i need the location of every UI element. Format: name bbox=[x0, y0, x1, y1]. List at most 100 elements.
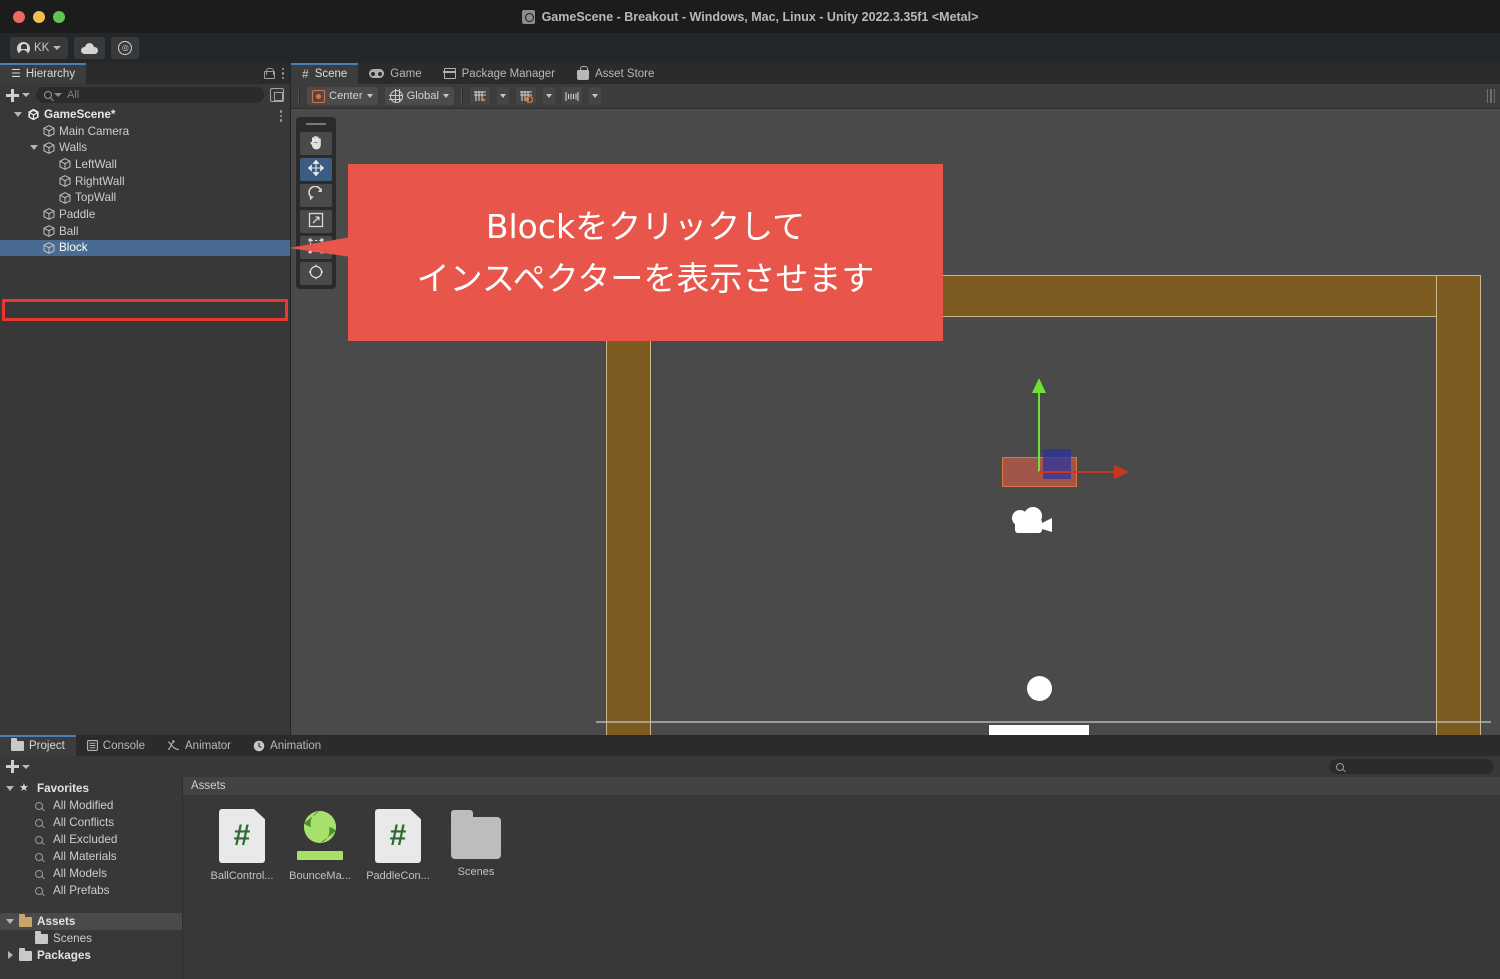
tab-project[interactable]: Project bbox=[0, 735, 76, 756]
tab-game[interactable]: Game bbox=[358, 63, 432, 84]
move-tool-button[interactable] bbox=[300, 158, 332, 181]
tool-palette-grip[interactable] bbox=[306, 123, 326, 125]
kebab-menu-icon[interactable] bbox=[281, 67, 284, 80]
rotate-tool-button[interactable] bbox=[300, 184, 332, 207]
gizmo-x-arrow-icon[interactable] bbox=[1114, 465, 1129, 479]
account-button[interactable]: KK bbox=[10, 37, 69, 59]
hierarchy-item-walls[interactable]: Walls bbox=[0, 139, 290, 156]
hierarchy-item-label: LeftWall bbox=[75, 157, 117, 171]
services-button[interactable]: ◎ bbox=[111, 37, 140, 59]
pivot-mode-dropdown[interactable]: Center bbox=[307, 87, 378, 105]
chevron-down-icon[interactable] bbox=[6, 917, 15, 926]
tab-animation[interactable]: Animation bbox=[242, 735, 332, 756]
chevron-down-icon[interactable] bbox=[6, 951, 15, 960]
asset-item[interactable]: Scenes bbox=[437, 809, 515, 882]
project-tree-item-all-modified[interactable]: All Modified bbox=[0, 797, 182, 814]
add-gameobject-button[interactable] bbox=[6, 88, 30, 102]
transform-tool-button[interactable] bbox=[300, 262, 332, 285]
gamepad-icon bbox=[369, 69, 385, 78]
popout-icon[interactable] bbox=[270, 88, 284, 102]
gizmo-y-arrow-icon[interactable] bbox=[1032, 378, 1046, 393]
project-tree-item-label: All Models bbox=[53, 867, 107, 880]
project-tree-item-all-conflicts[interactable]: All Conflicts bbox=[0, 814, 182, 831]
resize-handle-icon[interactable] bbox=[1486, 89, 1495, 103]
pivot-center-icon bbox=[312, 89, 325, 103]
hierarchy-item-paddle[interactable]: Paddle bbox=[0, 206, 290, 223]
tab-scene[interactable]: # Scene bbox=[291, 63, 359, 84]
scale-icon bbox=[308, 212, 324, 231]
package-icon bbox=[443, 68, 456, 79]
align-dropdown[interactable] bbox=[588, 87, 601, 105]
hierarchy-item-leftwall[interactable]: LeftWall bbox=[0, 156, 290, 173]
tab-hierarchy[interactable]: ☰ Hierarchy bbox=[0, 63, 87, 84]
gizmo-x-axis[interactable] bbox=[1039, 471, 1116, 474]
asset-item[interactable]: # BallControl... bbox=[203, 809, 281, 882]
right-wall-object[interactable] bbox=[1436, 275, 1481, 735]
hierarchy-search-input[interactable]: All bbox=[36, 87, 264, 103]
left-wall-object[interactable] bbox=[606, 275, 651, 735]
camera-gizmo-icon[interactable] bbox=[1009, 505, 1055, 540]
cloud-button[interactable] bbox=[74, 37, 106, 59]
title-bar: GameScene - Breakout - Windows, Mac, Lin… bbox=[0, 0, 1500, 33]
handle-space-dropdown[interactable]: Global bbox=[384, 87, 454, 105]
chevron-down-icon bbox=[545, 94, 552, 98]
hierarchy-item-label: Ball bbox=[59, 224, 79, 238]
gizmo-y-axis[interactable] bbox=[1038, 392, 1041, 472]
project-tree-item-label: All Materials bbox=[53, 850, 117, 863]
project-tree-item-scenes[interactable]: Scenes bbox=[0, 930, 182, 947]
project-tree-item-assets[interactable]: Assets bbox=[0, 913, 182, 930]
snap-increment-dropdown[interactable] bbox=[542, 87, 555, 105]
tab-asset-store[interactable]: Asset Store bbox=[566, 63, 665, 84]
chevron-down-icon[interactable] bbox=[30, 143, 39, 152]
project-tree-item-favorites[interactable]: ★ Favorites bbox=[0, 780, 182, 797]
hand-tool-button[interactable] bbox=[300, 132, 332, 155]
hierarchy-item-label: Walls bbox=[59, 141, 88, 155]
project-tree-item-all-excluded[interactable]: All Excluded bbox=[0, 831, 182, 848]
hierarchy-item-topwall[interactable]: TopWall bbox=[0, 189, 290, 206]
csharp-script-icon: # bbox=[375, 809, 421, 863]
project-tree-item-all-materials[interactable]: All Materials bbox=[0, 848, 182, 865]
kebab-menu-icon[interactable] bbox=[279, 110, 282, 122]
project-search-input[interactable] bbox=[1329, 759, 1494, 774]
tab-label: Project bbox=[29, 739, 65, 752]
minimize-button[interactable] bbox=[33, 11, 45, 23]
hierarchy-tree: GameScene* Main Camera Walls LeftWall RightW… bbox=[0, 106, 290, 257]
create-asset-button[interactable] bbox=[6, 760, 30, 773]
asset-item[interactable]: BounceMa... bbox=[281, 809, 359, 882]
grid-snap-button[interactable] bbox=[469, 87, 490, 105]
hierarchy-item-rightwall[interactable]: RightWall bbox=[0, 173, 290, 190]
project-tree-item-packages[interactable]: Packages bbox=[0, 947, 182, 964]
grid-snap-dropdown[interactable] bbox=[496, 87, 509, 105]
scale-tool-button[interactable] bbox=[300, 210, 332, 233]
hierarchy-item-label: TopWall bbox=[75, 191, 117, 205]
hierarchy-item-ball[interactable]: Ball bbox=[0, 223, 290, 240]
snap-increment-button[interactable] bbox=[515, 87, 536, 105]
paddle-object[interactable] bbox=[989, 725, 1089, 735]
ball-object[interactable] bbox=[1027, 676, 1052, 701]
hierarchy-item-block[interactable]: Block bbox=[0, 239, 290, 257]
person-icon bbox=[17, 41, 30, 55]
tab-package-manager[interactable]: Package Manager bbox=[433, 63, 566, 84]
maximize-button[interactable] bbox=[53, 11, 65, 23]
handle-space-label: Global bbox=[406, 90, 439, 102]
project-tree-item-all-models[interactable]: All Models bbox=[0, 865, 182, 882]
hierarchy-item-gamescene[interactable]: GameScene* bbox=[0, 106, 290, 123]
tab-animator[interactable]: Animator bbox=[156, 735, 242, 756]
hierarchy-item-label: Block bbox=[59, 241, 88, 255]
search-icon bbox=[44, 91, 52, 99]
close-button[interactable] bbox=[13, 11, 25, 23]
align-button[interactable] bbox=[561, 87, 582, 105]
asset-item[interactable]: # PaddleCon... bbox=[359, 809, 437, 882]
chevron-down-icon[interactable] bbox=[6, 784, 15, 793]
chevron-down-icon[interactable] bbox=[14, 110, 23, 119]
hierarchy-item-maincamera[interactable]: Main Camera bbox=[0, 123, 290, 140]
project-tree-item-all-prefabs[interactable]: All Prefabs bbox=[0, 882, 182, 899]
tab-console[interactable]: Console bbox=[76, 735, 156, 756]
folder-icon bbox=[19, 948, 33, 961]
lock-icon[interactable] bbox=[263, 68, 275, 79]
